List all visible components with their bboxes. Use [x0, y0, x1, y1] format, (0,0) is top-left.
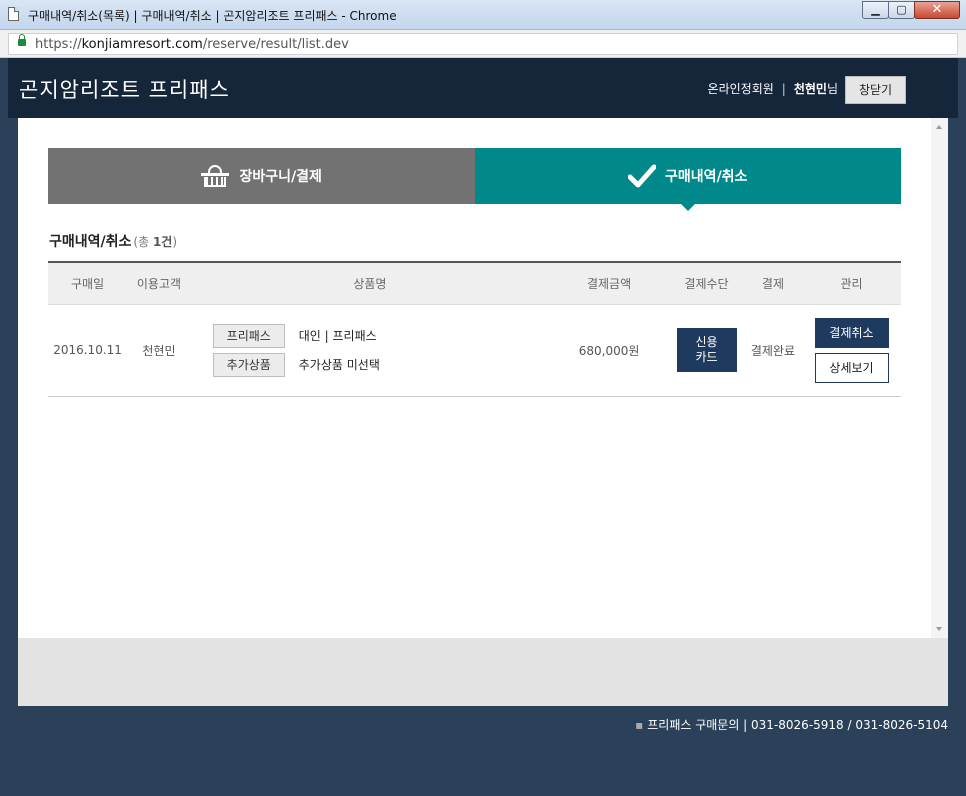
- method-line: 카드: [695, 350, 718, 364]
- url-field[interactable]: https://konjiamresort.com/reserve/result…: [8, 33, 958, 55]
- url-path: /reserve/result/list.dev: [202, 37, 349, 52]
- window-titlebar: 구매내역/취소(목록) | 구매내역/취소 | 곤지암리조트 프리패스 - Ch…: [0, 0, 966, 30]
- column-header: 결제수단: [669, 261, 744, 304]
- window-controls: ▁ ▢ ✕: [862, 1, 960, 19]
- close-window-link[interactable]: 창닫기: [845, 76, 906, 104]
- member-info: 온라인정회원 | 천현민님: [708, 80, 838, 97]
- manage-cell: 결제취소 상세보기: [802, 303, 901, 397]
- count-suffix: ): [172, 235, 178, 249]
- site-title: 곤지암리조트 프리패스: [19, 78, 230, 102]
- footer-band: [18, 638, 948, 706]
- product-line: 추가상품 추가상품 미선택: [212, 350, 549, 379]
- tab-purchase-history[interactable]: 구매내역/취소: [474, 148, 901, 211]
- view-details-button[interactable]: 상세보기: [814, 352, 889, 383]
- separator: |: [781, 82, 786, 96]
- payment-method-cell: 신용 카드: [669, 303, 744, 397]
- column-header: 구매일: [48, 261, 128, 304]
- address-bar: https://konjiamresort.com/reserve/result…: [0, 30, 966, 58]
- scroll-down-icon[interactable]: [936, 627, 942, 631]
- minimize-button[interactable]: ▁: [862, 1, 889, 19]
- count-prefix: (총: [133, 235, 153, 249]
- tab-bar: 장바구니/결제 구매내역/취소: [48, 148, 901, 211]
- main-content: 장바구니/결제 구매내역/취소 구매내역/취소 (총 1건) 구매일 이용고객 상…: [18, 118, 931, 638]
- bullet-icon: ▪: [635, 718, 644, 732]
- user-name: 천현민: [793, 82, 827, 96]
- url-scheme: https://: [35, 37, 82, 52]
- basket-icon: [200, 165, 229, 187]
- close-icon: ✕: [931, 2, 943, 17]
- vertical-scrollbar[interactable]: [931, 118, 948, 638]
- product-line: 프리패스 대인 | 프리패스: [212, 321, 549, 350]
- order-table: 구매일 이용고객 상품명 결제금액 결제수단 결제 관리 2016.10.11 …: [48, 261, 901, 397]
- url-text: https://konjiamresort.com/reserve/result…: [35, 37, 349, 52]
- product-tag: 추가상품: [212, 352, 285, 377]
- column-header: 결제금액: [548, 261, 670, 304]
- order-count: (총 1건): [133, 235, 177, 249]
- check-icon: [628, 164, 657, 188]
- tab-label: 구매내역/취소: [665, 169, 748, 185]
- document-icon: [8, 7, 19, 21]
- tab-cart-checkout[interactable]: 장바구니/결제: [48, 148, 475, 204]
- footer-contact-text: 프리패스 구매문의 | 031-8026-5918 / 031-8026-510…: [647, 718, 948, 732]
- column-header: 이용고객: [127, 261, 191, 304]
- method-line: 신용: [695, 335, 718, 349]
- site-header: 곤지암리조트 프리패스 온라인정회원 | 천현민님 창닫기: [8, 58, 958, 118]
- payment-method-badge: 신용 카드: [676, 328, 737, 372]
- count-value: 1건: [152, 235, 173, 249]
- member-type: 온라인정회원: [707, 82, 774, 96]
- window-title: 구매내역/취소(목록) | 구매내역/취소 | 곤지암리조트 프리패스 - Ch…: [28, 9, 397, 23]
- table-header-row: 구매일 이용고객 상품명 결제금액 결제수단 결제 관리: [48, 261, 901, 304]
- product-text: 추가상품 미선택: [298, 358, 380, 372]
- url-host: konjiamresort.com: [81, 37, 203, 52]
- purchase-date: 2016.10.11: [48, 303, 128, 397]
- customer-name: 천현민: [127, 303, 191, 397]
- product-tag: 프리패스: [212, 323, 285, 348]
- payment-status: 결제완료: [743, 303, 802, 397]
- scroll-up-icon[interactable]: [936, 125, 942, 129]
- section-title: 구매내역/취소 (총 1건): [49, 231, 177, 251]
- tab-label: 장바구니/결제: [239, 169, 322, 185]
- column-header: 관리: [802, 261, 901, 304]
- payment-amount: 680,000원: [548, 303, 670, 397]
- user-suffix: 님: [826, 82, 838, 96]
- column-header: 결제: [743, 261, 802, 304]
- product-text: 대인 | 프리패스: [298, 329, 377, 343]
- section-title-text: 구매내역/취소: [49, 234, 132, 250]
- product-cell: 프리패스 대인 | 프리패스 추가상품 추가상품 미선택: [190, 303, 549, 397]
- close-window-button[interactable]: ✕: [914, 1, 960, 19]
- lock-icon: [18, 34, 26, 46]
- column-header: 상품명: [190, 261, 549, 304]
- footer-contact: ▪ 프리패스 구매문의 | 031-8026-5918 / 031-8026-51…: [635, 716, 948, 733]
- maximize-button[interactable]: ▢: [888, 1, 915, 19]
- minimize-icon: ▁: [871, 3, 880, 16]
- cancel-payment-button[interactable]: 결제취소: [814, 317, 889, 348]
- maximize-icon: ▢: [896, 3, 907, 16]
- table-row: 2016.10.11 천현민 프리패스 대인 | 프리패스 추가상품 추가상품 …: [48, 303, 901, 397]
